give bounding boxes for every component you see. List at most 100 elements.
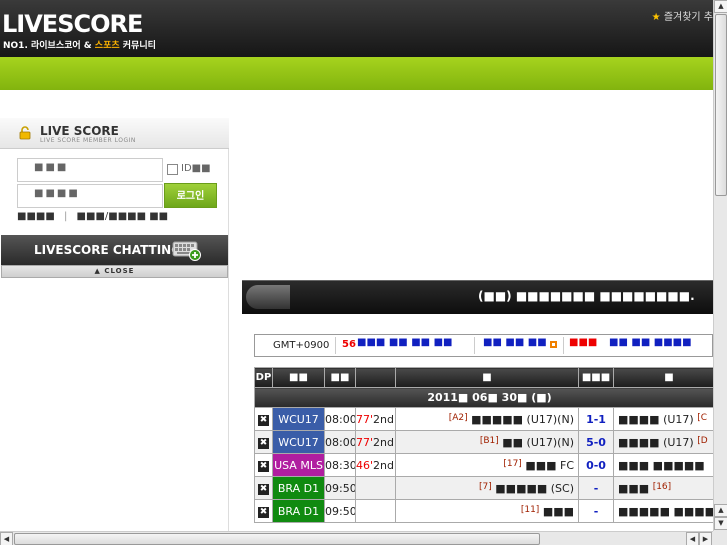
remember-id-checkbox[interactable] — [167, 164, 178, 175]
site-tagline: NO1. 라이브스코어 & 스포츠 커뮤니티 — [3, 38, 156, 51]
home-team[interactable]: [B1] ■■ (U17)(N) — [395, 430, 579, 454]
header-home[interactable]: ■ — [395, 367, 579, 388]
vertical-scrollbar[interactable]: ▲ ▲ ▼ — [713, 0, 727, 531]
league-badge[interactable]: WCU17 — [272, 407, 325, 431]
login-links: ■■■■ | ■■■/■■■■ ■■ — [17, 211, 168, 222]
match-minute: 77' — [356, 435, 374, 449]
remember-id-label: ID■■ — [181, 163, 211, 174]
close-icon[interactable]: ✖ — [258, 484, 269, 495]
site-logo[interactable]: LIVESCORE — [2, 10, 143, 38]
league-badge[interactable]: BRA D1 — [272, 499, 325, 523]
home-rank: [A2] — [448, 412, 468, 423]
home-team[interactable]: [A2] ■■■■■ (U17)(N) — [395, 407, 579, 431]
login-button[interactable]: 로그인 — [164, 183, 217, 208]
away-team-name: ■■■ ■■■■■ — [618, 458, 705, 472]
away-team-name: ■■■■ (U17) — [618, 412, 694, 426]
league-badge[interactable]: BRA D1 — [272, 476, 325, 500]
chatting-close-button[interactable]: ▲ CLOSE — [1, 265, 228, 278]
close-icon[interactable]: ✖ — [258, 507, 269, 518]
password-input[interactable]: ■■■■ — [17, 184, 163, 208]
table-row[interactable]: ✖ BRA D1 09:50 [11] ■■■ - ■■■■■ ■■■■ — [254, 499, 725, 523]
chatting-bar[interactable]: LIVESCORE CHATTING — [1, 235, 228, 265]
horizontal-scrollbar[interactable]: ◀ ◀ ▶ — [0, 531, 713, 545]
table-row[interactable]: ✖ BRA D1 09:50 [7] ■■■■■ (SC) - ■■■ [16] — [254, 476, 725, 500]
match-time: 08:30 — [324, 453, 356, 477]
filter-text-3[interactable]: ■■ ■■ ■■■■ — [609, 337, 692, 348]
away-rank: [16] — [652, 481, 672, 492]
header-dp[interactable]: DP — [254, 367, 273, 388]
tagline-suffix: 커뮤니티 — [119, 41, 156, 51]
scrollbar-corner — [713, 531, 727, 545]
home-team-name: ■■ (U17)(N) — [502, 435, 574, 449]
home-team[interactable]: [17] ■■■ FC — [395, 453, 579, 477]
left-panel: LIVE SCORE LIVE SCORE MEMBER LOGIN ■■■ ■… — [0, 118, 229, 531]
match-score[interactable]: 1-1 — [578, 407, 614, 431]
notice-banner: (■■) ■■■■■■■ ■■■■■■■■. — [242, 280, 713, 314]
match-period: 2nd — [373, 458, 394, 472]
orange-toggle-icon[interactable] — [550, 341, 557, 348]
divider — [335, 337, 336, 354]
login-title: LIVE SCORE — [40, 124, 119, 138]
filter-text-1[interactable]: ■■■ ■■ ■■ ■■ — [357, 337, 452, 348]
home-team[interactable]: [7] ■■■■■ (SC) — [395, 476, 579, 500]
match-period: 2nd — [373, 435, 394, 449]
scroll-right-icon[interactable]: ▶ — [699, 532, 712, 545]
match-period: 2nd — [373, 412, 394, 426]
sub-nav-strip — [0, 90, 713, 118]
link-divider: | — [63, 211, 68, 222]
away-team-name: ■■■ — [618, 481, 650, 495]
match-date: 2011■ 06■ 30■ (■) — [254, 387, 725, 408]
away-rank: [D — [697, 435, 708, 446]
scroll-down-icon[interactable]: ▼ — [714, 517, 727, 530]
away-team[interactable]: ■■■ [16] — [613, 476, 725, 500]
match-time: 08:00 — [324, 430, 356, 454]
join-link[interactable]: ■■■■ — [17, 211, 55, 222]
live-count: 56 — [342, 339, 356, 350]
green-nav-bar — [0, 57, 713, 90]
home-team-name: ■■■■■ (U17)(N) — [471, 412, 574, 426]
table-row[interactable]: ✖ WCU17 08:00 77'2nd [A2] ■■■■■ (U17)(N) 1-1 ■… — [254, 407, 725, 431]
away-rank: [C — [697, 412, 707, 423]
header-time[interactable]: ■■ — [324, 367, 356, 388]
header-away[interactable]: ■ — [613, 367, 725, 388]
close-icon[interactable]: ✖ — [258, 461, 269, 472]
find-account-link[interactable]: ■■■/■■■■ ■■ — [77, 211, 169, 222]
login-header: LIVE SCORE LIVE SCORE MEMBER LOGIN — [0, 118, 229, 149]
scroll-left-icon[interactable]: ◀ — [686, 532, 699, 545]
horizontal-scroll-thumb[interactable] — [14, 533, 540, 545]
league-badge[interactable]: USA MLS — [272, 453, 325, 477]
header-league[interactable]: ■■ — [272, 367, 325, 388]
scroll-left-icon[interactable]: ◀ — [0, 532, 13, 545]
id-input[interactable]: ■■■ — [17, 158, 163, 182]
hide-match-cell: ✖ — [254, 430, 273, 454]
away-team[interactable]: ■■■■■ ■■■■ — [613, 499, 725, 523]
filter-text-red[interactable]: ■■■ — [569, 337, 597, 348]
favorite-link[interactable]: ★ 즐겨찾기 추 — [652, 8, 713, 23]
match-score[interactable]: - — [578, 499, 614, 523]
scroll-up-icon[interactable]: ▲ — [714, 0, 727, 13]
filter-text-2[interactable]: ■■ ■■ ■■ — [483, 337, 547, 348]
timezone-label[interactable]: GMT+0900 — [273, 340, 329, 351]
table-header-row: DP ■■ ■■ ■ ■■■ ■ — [254, 367, 725, 388]
header-score[interactable]: ■■■ — [578, 367, 614, 388]
match-score[interactable]: 0-0 — [578, 453, 614, 477]
star-icon: ★ — [651, 12, 661, 23]
close-icon[interactable]: ✖ — [258, 415, 269, 426]
home-rank: [17] — [503, 458, 522, 469]
match-score[interactable]: - — [578, 476, 614, 500]
page: LIVESCORE NO1. 라이브스코어 & 스포츠 커뮤니티 ★ 즐겨찾기 … — [0, 0, 727, 545]
tagline-prefix: NO1. 라이브스코어 & — [3, 41, 95, 51]
table-row[interactable]: ✖ USA MLS 08:30 46'2nd [17] ■■■ FC 0-0 ■■■ ■■■… — [254, 453, 725, 477]
league-badge[interactable]: WCU17 — [272, 430, 325, 454]
match-score[interactable]: 5-0 — [578, 430, 614, 454]
scroll-up-icon[interactable]: ▲ — [714, 504, 727, 517]
away-team[interactable]: ■■■ ■■■■■ — [613, 453, 725, 477]
away-team[interactable]: ■■■■ (U17) [C — [613, 407, 725, 431]
close-icon[interactable]: ✖ — [258, 438, 269, 449]
table-row[interactable]: ✖ WCU17 08:00 77'2nd [B1] ■■ (U17)(N) 5-0 ■■■■… — [254, 430, 725, 454]
hide-match-cell: ✖ — [254, 476, 273, 500]
home-team[interactable]: [11] ■■■ — [395, 499, 579, 523]
vertical-scroll-thumb[interactable] — [715, 14, 727, 196]
chatting-label: LIVESCORE CHATTING — [34, 243, 182, 257]
away-team[interactable]: ■■■■ (U17) [D — [613, 430, 725, 454]
